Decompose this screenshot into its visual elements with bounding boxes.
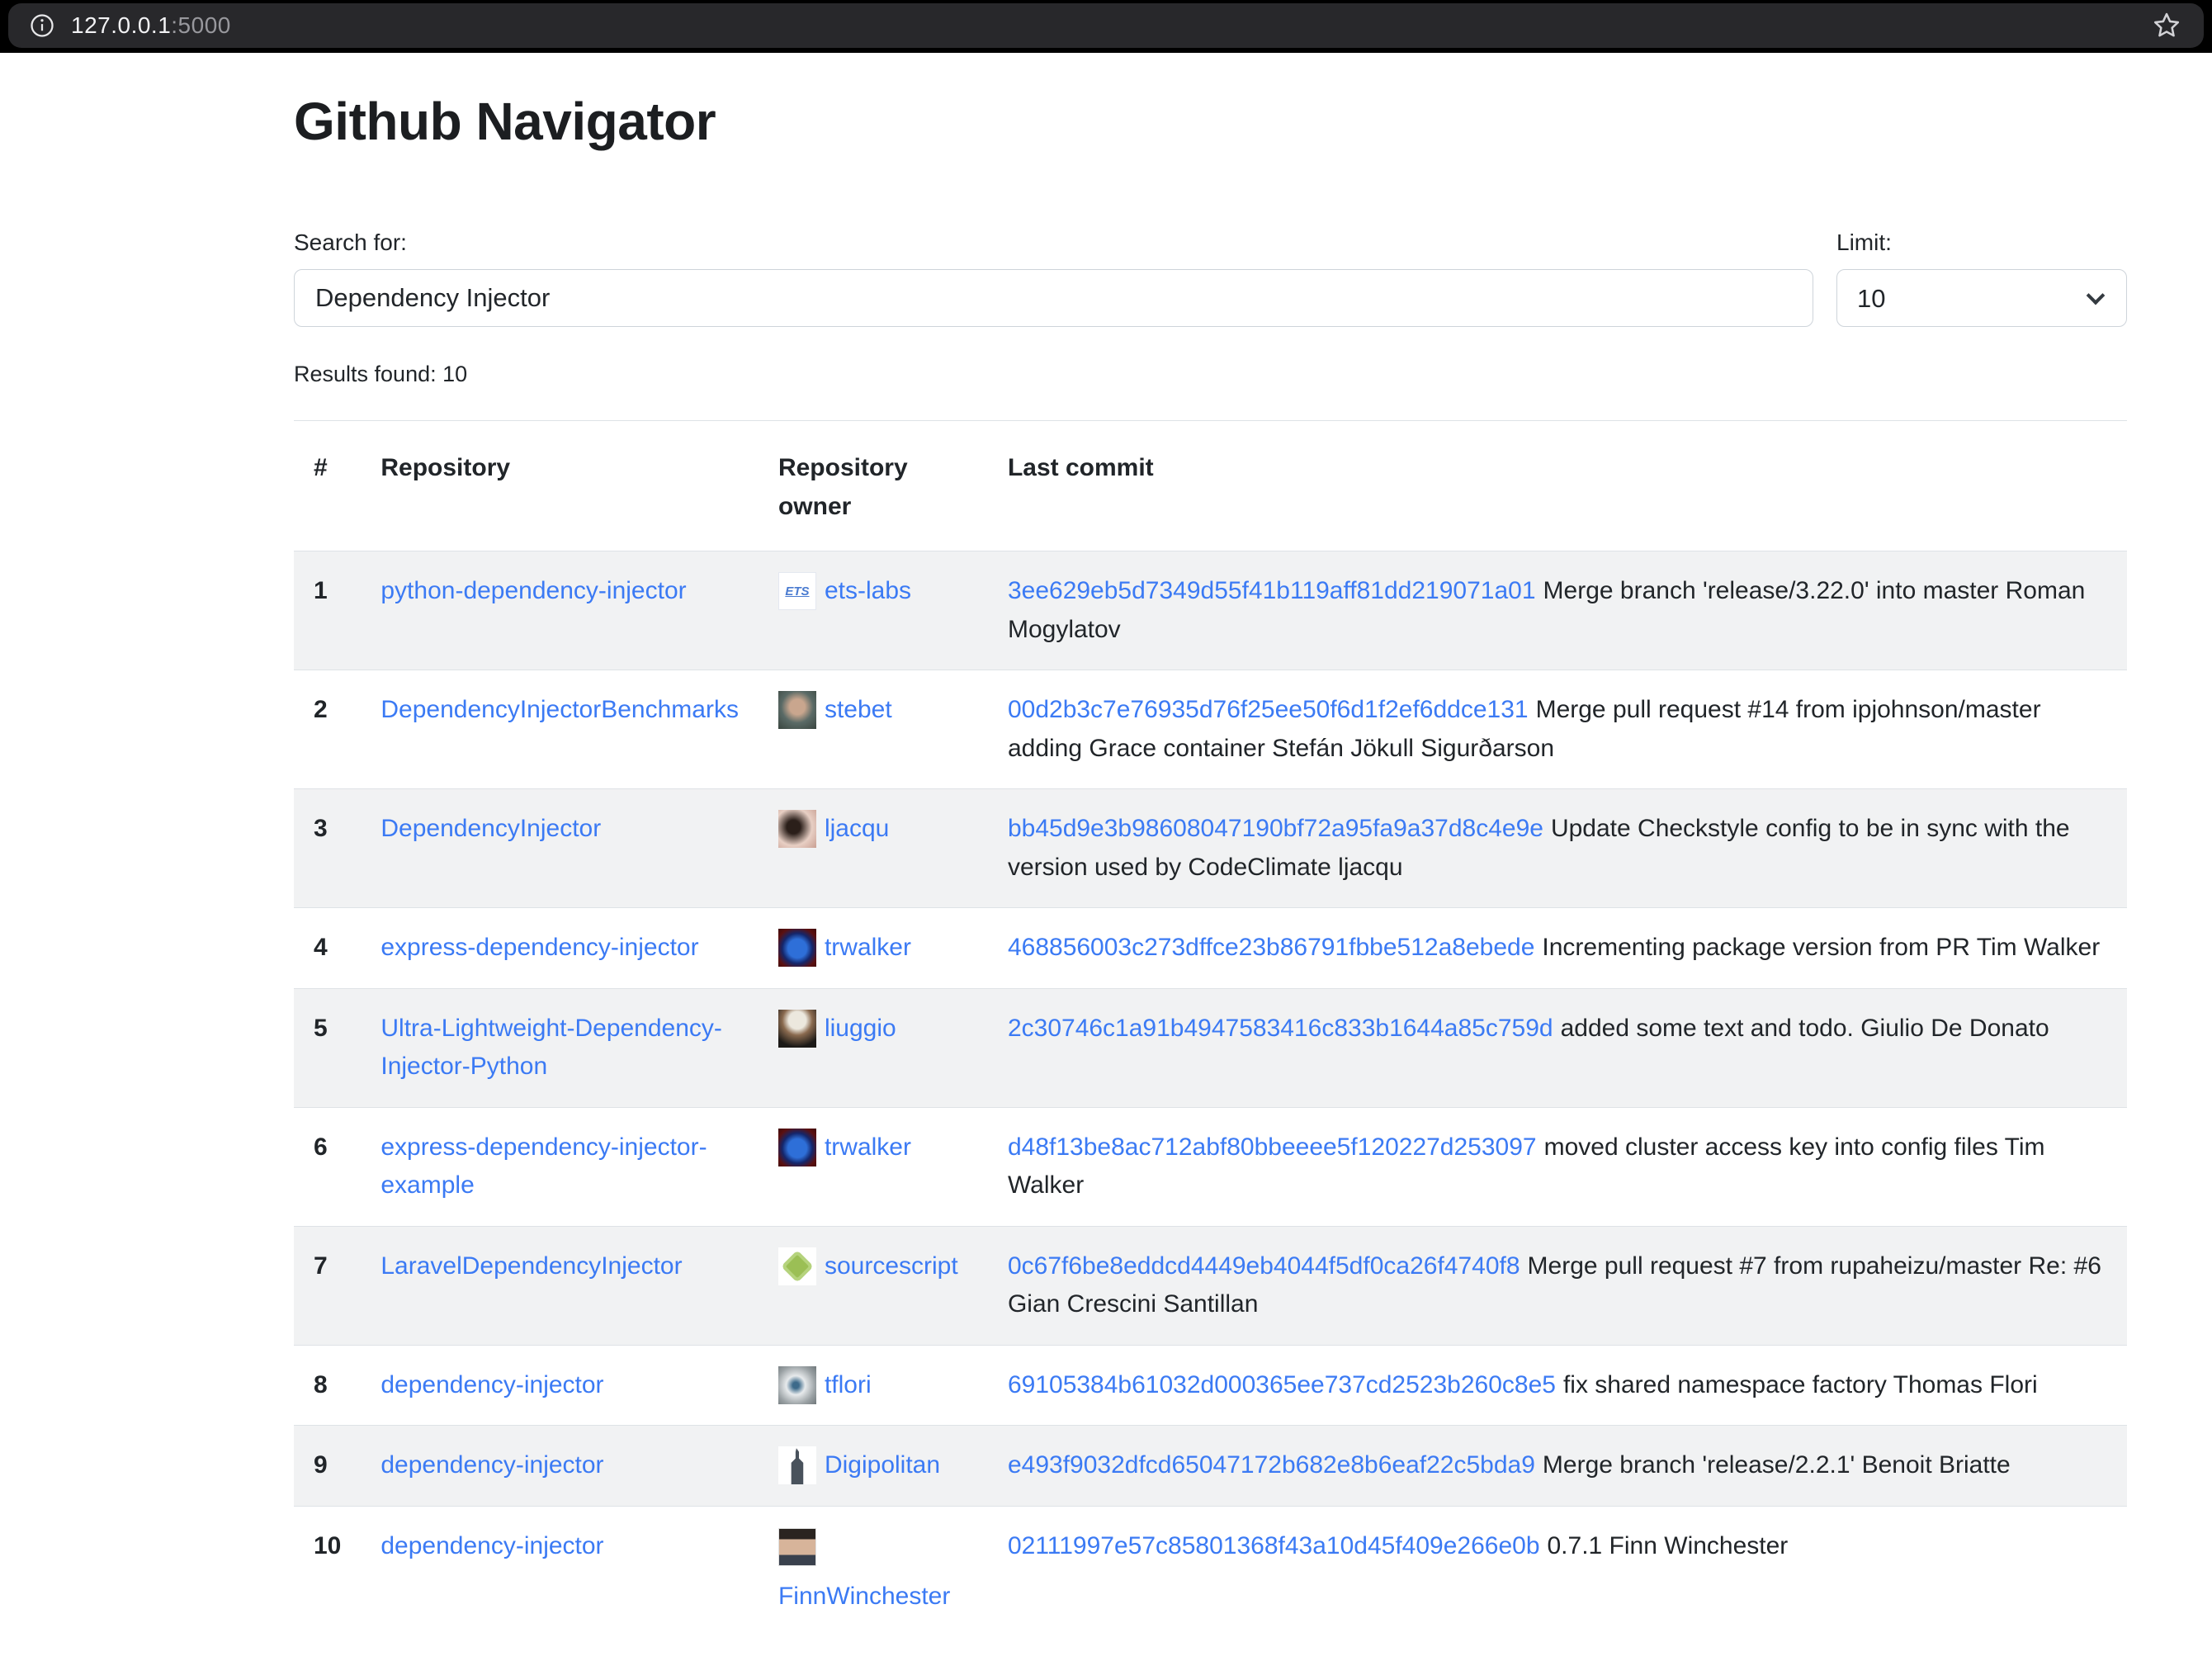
table-row: 10 dependency-injector FinnWinchester 02…	[294, 1506, 2127, 1636]
trwalker-avatar	[778, 929, 816, 967]
col-header-owner: Repository owner	[759, 421, 988, 551]
row-index: 1	[294, 551, 361, 670]
url-text: 127.0.0.1:5000	[71, 12, 231, 39]
main-content: Github Navigator Search for: Limit: 10 R…	[0, 91, 2212, 1636]
commit-hash-link[interactable]: 00d2b3c7e76935d76f25ee50f6d1f2ef6ddce131	[1008, 696, 1529, 723]
table-row: 8 dependency-injector tflori 69105384b61…	[294, 1345, 2127, 1426]
ljacqu-avatar	[778, 810, 816, 848]
table-row: 5 Ultra-Lightweight-Dependency-Injector-…	[294, 988, 2127, 1107]
owner-link[interactable]: FinnWinchester	[778, 1578, 968, 1616]
col-header-repository: Repository	[361, 421, 759, 551]
table-row: 7 LaravelDependencyInjector sourcescript…	[294, 1226, 2127, 1345]
owner-link[interactable]: sourcescript	[825, 1247, 958, 1286]
repo-link[interactable]: DependencyInjector	[380, 815, 601, 842]
commit-hash-link[interactable]: 0c67f6be8eddcd4449eb4044f5df0ca26f4740f8	[1008, 1252, 1520, 1280]
url-port: :5000	[171, 12, 231, 38]
commit-hash-link[interactable]: d48f13be8ac712abf80bbeeee5f120227d253097	[1008, 1133, 1537, 1161]
commit-hash-link[interactable]: 2c30746c1a91b4947583416c833b1644a85c759d	[1008, 1015, 1553, 1042]
table-row: 1 python-dependency-injector ETS ets-labs…	[294, 551, 2127, 670]
col-header-index: #	[294, 421, 361, 551]
commit-hash-link[interactable]: 468856003c273dffce23b86791fbbe512a8ebede	[1008, 934, 1534, 961]
star-bookmark-icon[interactable]	[2151, 10, 2182, 41]
repo-link[interactable]: dependency-injector	[380, 1371, 603, 1398]
trwalker-avatar	[778, 1129, 816, 1166]
table-row: 2 DependencyInjectorBenchmarks stebet 00…	[294, 670, 2127, 789]
limit-label: Limit:	[1836, 230, 2127, 256]
row-index: 7	[294, 1226, 361, 1345]
owner-link[interactable]: trwalker	[825, 929, 911, 968]
digipolitan-building-icon	[778, 1446, 816, 1484]
row-index: 8	[294, 1345, 361, 1426]
repo-link[interactable]: dependency-injector	[380, 1532, 603, 1559]
row-index: 2	[294, 670, 361, 789]
owner-link[interactable]: ljacqu	[825, 810, 889, 849]
owner-link[interactable]: liuggio	[825, 1010, 896, 1048]
row-index: 5	[294, 988, 361, 1107]
commit-hash-link[interactable]: 02111997e57c85801368f43a10d45f409e266e0b	[1008, 1532, 1540, 1559]
commit-hash-link[interactable]: 69105384b61032d000365ee737cd2523b260c8e5	[1008, 1371, 1556, 1398]
stebet-avatar	[778, 691, 816, 729]
tflori-avatar	[778, 1366, 816, 1404]
row-index: 9	[294, 1426, 361, 1507]
commit-hash-link[interactable]: bb45d9e3b98608047190bf72a95fa9a37d8c4e9e	[1008, 815, 1543, 842]
owner-link[interactable]: stebet	[825, 691, 892, 730]
commit-hash-link[interactable]: 3ee629eb5d7349d55f41b119aff81dd219071a01	[1008, 577, 1536, 604]
info-icon[interactable]	[30, 13, 54, 38]
finnwinchester-avatar	[778, 1528, 816, 1566]
repo-link[interactable]: DependencyInjectorBenchmarks	[380, 696, 739, 723]
browser-top-strip: 127.0.0.1:5000	[0, 0, 2212, 53]
commit-hash-link[interactable]: e493f9032dfcd65047172b682e8b6eaf22c5bda9	[1008, 1451, 1535, 1479]
owner-link[interactable]: trwalker	[825, 1129, 911, 1167]
repo-link[interactable]: express-dependency-injector	[380, 934, 698, 961]
repo-link[interactable]: LaravelDependencyInjector	[380, 1252, 682, 1280]
owner-link[interactable]: ets-labs	[825, 572, 911, 611]
table-row: 4 express-dependency-injector trwalker 4…	[294, 908, 2127, 989]
search-input[interactable]	[294, 269, 1813, 327]
repo-link[interactable]: dependency-injector	[380, 1451, 603, 1479]
row-index: 10	[294, 1506, 361, 1636]
search-column: Search for:	[294, 230, 1813, 327]
repo-link[interactable]: Ultra-Lightweight-Dependency-Injector-Py…	[380, 1015, 722, 1081]
row-index: 6	[294, 1107, 361, 1226]
search-form: Search for: Limit: 10	[294, 230, 2127, 327]
sourcescript-logo-icon	[778, 1247, 816, 1285]
repo-link[interactable]: python-dependency-injector	[380, 577, 686, 604]
url-host: 127.0.0.1	[71, 12, 171, 38]
browser-url-bar[interactable]: 127.0.0.1:5000	[8, 3, 2204, 48]
results-summary: Results found: 10	[294, 362, 2127, 387]
limit-select[interactable]: 10	[1836, 269, 2127, 327]
avatar-text: ETS	[785, 582, 809, 601]
commit-message: Merge branch 'release/2.2.1' Benoit Bria…	[1543, 1451, 2011, 1479]
commit-message: 0.7.1 Finn Winchester	[1548, 1532, 1789, 1559]
commit-message: Incrementing package version from PR Tim…	[1542, 934, 2100, 961]
owner-link[interactable]: Digipolitan	[825, 1446, 940, 1485]
table-header-row: # Repository Repository owner Last commi…	[294, 421, 2127, 551]
limit-select-wrap: 10	[1836, 269, 2127, 327]
owner-link[interactable]: tflori	[825, 1366, 872, 1405]
limit-column: Limit: 10	[1836, 230, 2127, 327]
commit-message: added some text and todo. Giulio De Dona…	[1561, 1015, 2049, 1042]
row-index: 3	[294, 789, 361, 908]
col-header-last-commit: Last commit	[988, 421, 2127, 551]
table-row: 3 DependencyInjector ljacqu bb45d9e3b986…	[294, 789, 2127, 908]
repo-link[interactable]: express-dependency-injector-example	[380, 1133, 707, 1200]
table-row: 9 dependency-injector Digipolitan e493f9…	[294, 1426, 2127, 1507]
ets-labs-logo-icon: ETS	[778, 572, 816, 610]
table-row: 6 express-dependency-injector-example tr…	[294, 1107, 2127, 1226]
commit-message: fix shared namespace factory Thomas Flor…	[1563, 1371, 2038, 1398]
page-title: Github Navigator	[294, 91, 2127, 152]
liuggio-avatar	[778, 1010, 816, 1048]
search-label: Search for:	[294, 230, 1813, 256]
row-index: 4	[294, 908, 361, 989]
results-table: # Repository Repository owner Last commi…	[294, 420, 2127, 1636]
